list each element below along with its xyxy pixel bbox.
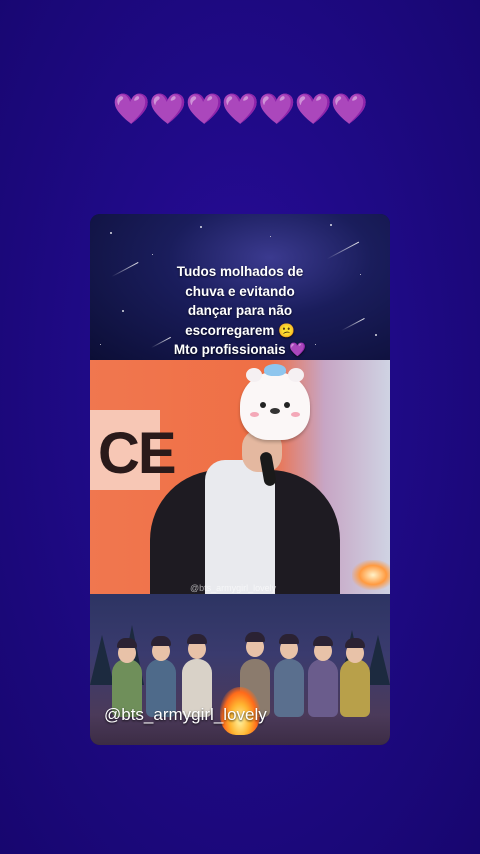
caption-line: dançar para não [187, 303, 293, 318]
video-watermark: @bts_armygirl_lovely [190, 583, 277, 593]
caption-line: chuva e evitando [185, 283, 295, 299]
concert-video[interactable]: CE @bts_armygirl_lovely [90, 360, 390, 594]
caption-line: Tudos molhados de [176, 264, 304, 279]
story-card[interactable]: Tudos molhados de chuva e evitando dança… [90, 214, 390, 745]
stage-light-glow [352, 560, 390, 590]
caption-line: Mto profissionais 💜 [173, 342, 307, 357]
username-handle[interactable]: @bts_armygirl_lovely [104, 705, 267, 725]
caption-line: escorregarem 😕 [185, 322, 295, 338]
stage-sign-text: CE [98, 421, 177, 486]
hearts-row: 💜💜💜💜💜💜💜 [0, 92, 480, 128]
rj-plush-hat [240, 364, 310, 440]
campfire-illustration: @bts_armygirl_lovely [90, 594, 390, 745]
story-caption: Tudos molhados de chuva e evitando dança… [130, 262, 350, 360]
purple-heart-icons: 💜💜💜💜💜💜💜 [112, 92, 368, 127]
